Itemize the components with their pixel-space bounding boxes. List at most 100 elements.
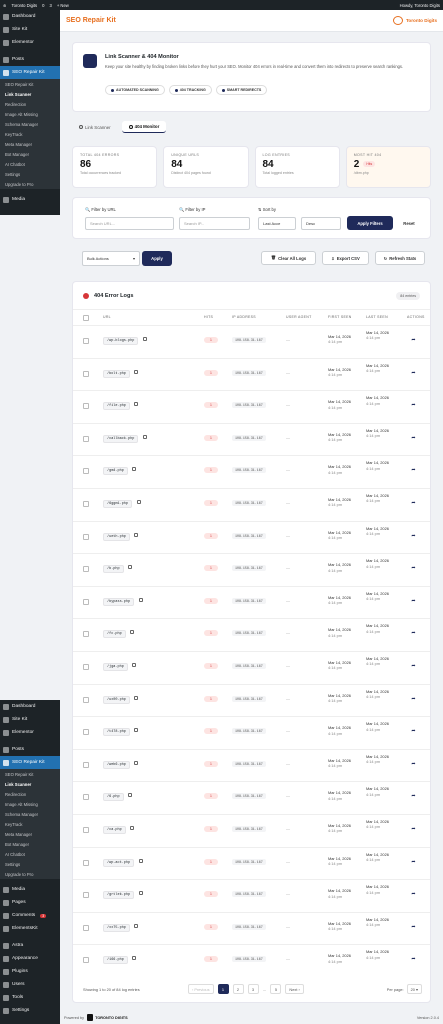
row-url[interactable]: /wp-blogs.php — [103, 337, 139, 345]
external-link-icon[interactable] — [136, 500, 141, 504]
clear-all-logs-button[interactable]: 🗑 Clear All Logs — [261, 251, 316, 265]
row-checkbox[interactable] — [83, 761, 89, 768]
next-page-button[interactable]: Next › — [285, 984, 304, 994]
redirect-action-icon[interactable]: ➦ — [410, 435, 417, 442]
row-url[interactable]: /166.php — [103, 956, 128, 965]
external-link-icon[interactable] — [132, 663, 137, 667]
sidebar-subitem[interactable]: KeyTrack — [0, 819, 60, 829]
external-link-icon[interactable] — [132, 956, 137, 961]
column-header-url[interactable]: URL — [103, 315, 111, 319]
sidebar-subitem[interactable]: Settings — [0, 859, 60, 869]
row-url[interactable]: /fc.php — [103, 630, 126, 639]
external-link-icon[interactable] — [134, 760, 139, 765]
admin-bar-howdy[interactable]: Howdy, Toronto Digits — [400, 3, 440, 8]
sidebar-item[interactable]: Dashboard — [0, 10, 60, 23]
sidebar-subitem[interactable]: Upgrade to Pro — [0, 869, 60, 879]
sidebar-subitem[interactable]: Schema Manager — [0, 809, 60, 819]
external-link-icon[interactable] — [134, 695, 139, 700]
row-url[interactable]: /wp-act.php — [103, 858, 135, 867]
column-header-ip[interactable]: IP ADDRESS — [232, 315, 256, 319]
sidebar-item[interactable]: Pages — [0, 896, 60, 909]
filter-url-input[interactable]: Search URL... — [85, 217, 174, 230]
sidebar-subitem[interactable]: Upgrade to Pro — [0, 179, 60, 189]
sidebar-item[interactable]: Elementor — [0, 726, 60, 739]
row-checkbox[interactable] — [83, 435, 89, 442]
row-checkbox[interactable] — [83, 468, 89, 475]
row-checkbox[interactable] — [83, 729, 89, 736]
external-link-icon[interactable] — [138, 597, 143, 602]
row-url[interactable]: /jga.php — [103, 663, 128, 671]
sidebar-item[interactable]: ElementsKit — [0, 922, 60, 935]
row-checkbox[interactable] — [83, 338, 89, 344]
row-checkbox[interactable] — [83, 924, 89, 931]
sidebar-subitem[interactable]: Meta Manager — [0, 829, 60, 839]
row-checkbox[interactable] — [83, 566, 89, 573]
redirect-action-icon[interactable]: ➦ — [410, 696, 417, 703]
apply-filters-button[interactable]: Apply Filters — [347, 216, 393, 230]
sidebar-subitem[interactable]: AI Chatbot — [0, 849, 60, 859]
sidebar-subitem[interactable]: Schema Manager — [0, 119, 60, 129]
refresh-stats-button[interactable]: ↻ Refresh Stats — [375, 251, 425, 265]
sidebar-item[interactable]: Astra — [0, 939, 60, 952]
sidebar-item[interactable]: Dashboard — [0, 700, 60, 713]
sidebar-subitem[interactable]: AI Chatbot — [0, 159, 60, 169]
row-checkbox[interactable] — [83, 533, 89, 540]
sidebar-item[interactable]: Site Kit — [0, 23, 60, 36]
sidebar-item[interactable]: Appearance — [0, 952, 60, 965]
external-link-icon[interactable] — [134, 369, 139, 374]
sidebar-subitem[interactable]: Bot Manager — [0, 839, 60, 849]
sidebar-item[interactable]: Comments 3 — [0, 909, 60, 922]
bulk-actions-select[interactable]: Bulk Actions ▾ — [82, 251, 140, 266]
redirect-action-icon[interactable]: ➦ — [410, 761, 417, 768]
sidebar-item[interactable]: Media — [0, 883, 60, 896]
sidebar-item[interactable]: Posts — [0, 53, 60, 66]
sidebar-item[interactable]: Media — [0, 193, 60, 206]
redirect-action-icon[interactable]: ➦ — [410, 859, 417, 866]
sidebar-subitem[interactable]: Redirection — [0, 789, 60, 799]
external-link-icon[interactable] — [142, 337, 147, 341]
redirect-action-icon[interactable]: ➦ — [410, 826, 417, 833]
row-url[interactable]: /t478.php — [103, 728, 130, 737]
row-url[interactable]: /file.php — [103, 402, 130, 411]
sidebar-subitem[interactable]: Link Scanner — [0, 779, 60, 789]
tab-link-scanner[interactable]: Link Scanner — [72, 122, 118, 133]
row-url[interactable]: /grtlek.php — [103, 891, 135, 900]
sidebar-item[interactable]: SEO Repair Kit — [0, 756, 60, 769]
row-checkbox[interactable] — [83, 696, 89, 703]
page-button[interactable]: 1 — [217, 984, 229, 994]
sidebar-subitem[interactable]: Bot Manager — [0, 149, 60, 159]
row-checkbox[interactable] — [83, 794, 89, 801]
row-checkbox[interactable] — [83, 827, 89, 833]
bulk-apply-button[interactable]: Apply — [142, 251, 172, 266]
sidebar-subitem[interactable]: SEO Repair Kit — [0, 79, 60, 89]
external-link-icon[interactable] — [130, 826, 135, 830]
row-checkbox[interactable] — [83, 664, 89, 670]
sidebar-subitem[interactable]: Image Alt Missing — [0, 799, 60, 809]
external-link-icon[interactable] — [130, 630, 135, 635]
redirect-action-icon[interactable]: ➦ — [410, 598, 417, 605]
row-url[interactable]: /web6.php — [103, 760, 130, 769]
admin-bar-site[interactable]: Toronto Digits — [12, 3, 38, 8]
external-link-icon[interactable] — [142, 434, 147, 439]
row-checkbox[interactable] — [83, 957, 89, 964]
row-url[interactable]: /b.php — [103, 565, 124, 574]
redirect-action-icon[interactable]: ➦ — [410, 793, 417, 800]
sidebar-item[interactable]: Posts — [0, 743, 60, 756]
sidebar-subitem[interactable]: Image Alt Missing — [0, 109, 60, 119]
select-all-checkbox[interactable] — [83, 315, 89, 321]
admin-bar-new[interactable]: + New — [57, 3, 69, 8]
page-button[interactable]: 3 — [247, 984, 259, 994]
redirect-action-icon[interactable]: ➦ — [410, 500, 417, 507]
external-link-icon[interactable] — [132, 467, 137, 472]
redirect-action-icon[interactable]: ➦ — [410, 728, 417, 735]
page-button[interactable]: 2 — [232, 984, 244, 994]
external-link-icon[interactable] — [134, 728, 139, 733]
sidebar-item[interactable]: Site Kit — [0, 713, 60, 726]
redirect-action-icon[interactable]: ➦ — [410, 630, 417, 637]
row-url[interactable]: /ca.php — [103, 826, 126, 834]
tab-404-monitor[interactable]: 404 Monitor — [121, 121, 167, 133]
row-url[interactable]: /bypass.php — [103, 597, 135, 606]
redirect-action-icon[interactable]: ➦ — [410, 924, 417, 931]
wordpress-icon[interactable]: ⊛ — [3, 3, 7, 8]
sidebar-subitem[interactable]: Settings — [0, 169, 60, 179]
